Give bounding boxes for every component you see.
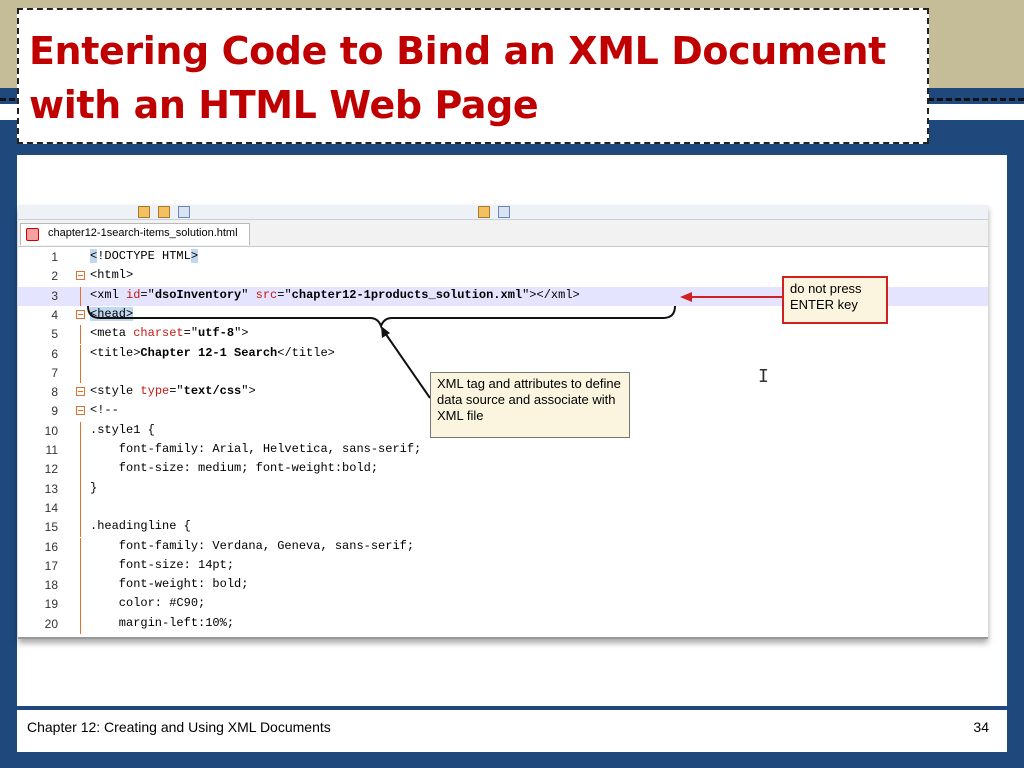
page-number: 34 xyxy=(973,719,989,735)
arrow-head-black xyxy=(381,326,390,338)
callout-enter-key: do not press ENTER key xyxy=(782,276,888,324)
footer-text: Chapter 12: Creating and Using XML Docum… xyxy=(27,719,331,735)
arrow-line-black xyxy=(382,329,431,399)
arrow-head-red xyxy=(680,292,692,302)
footer-bar: Chapter 12: Creating and Using XML Docum… xyxy=(17,708,1007,752)
bracket-line xyxy=(87,305,676,329)
text-cursor-icon: I xyxy=(758,366,769,387)
callout-xml-tag: XML tag and attributes to define data so… xyxy=(430,372,630,438)
